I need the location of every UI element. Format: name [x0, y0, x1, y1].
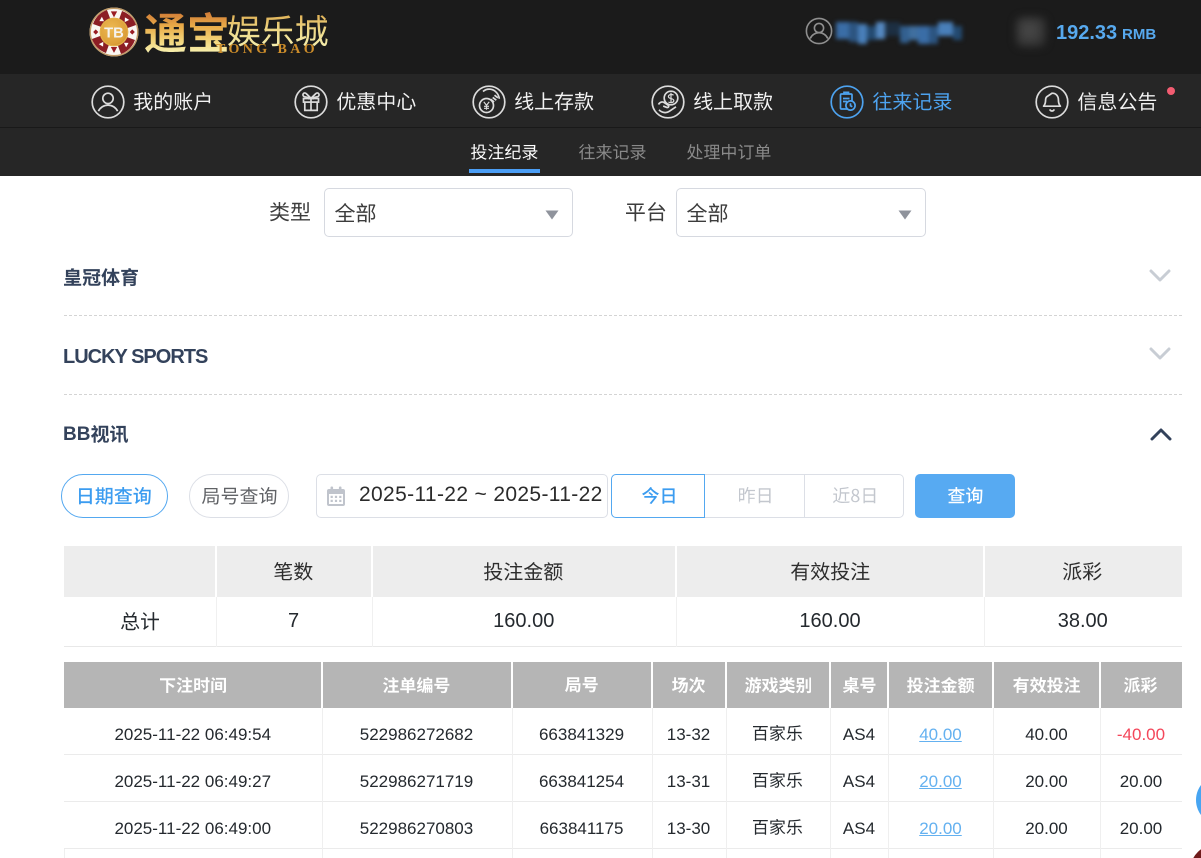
svg-text:TB: TB — [104, 26, 124, 42]
